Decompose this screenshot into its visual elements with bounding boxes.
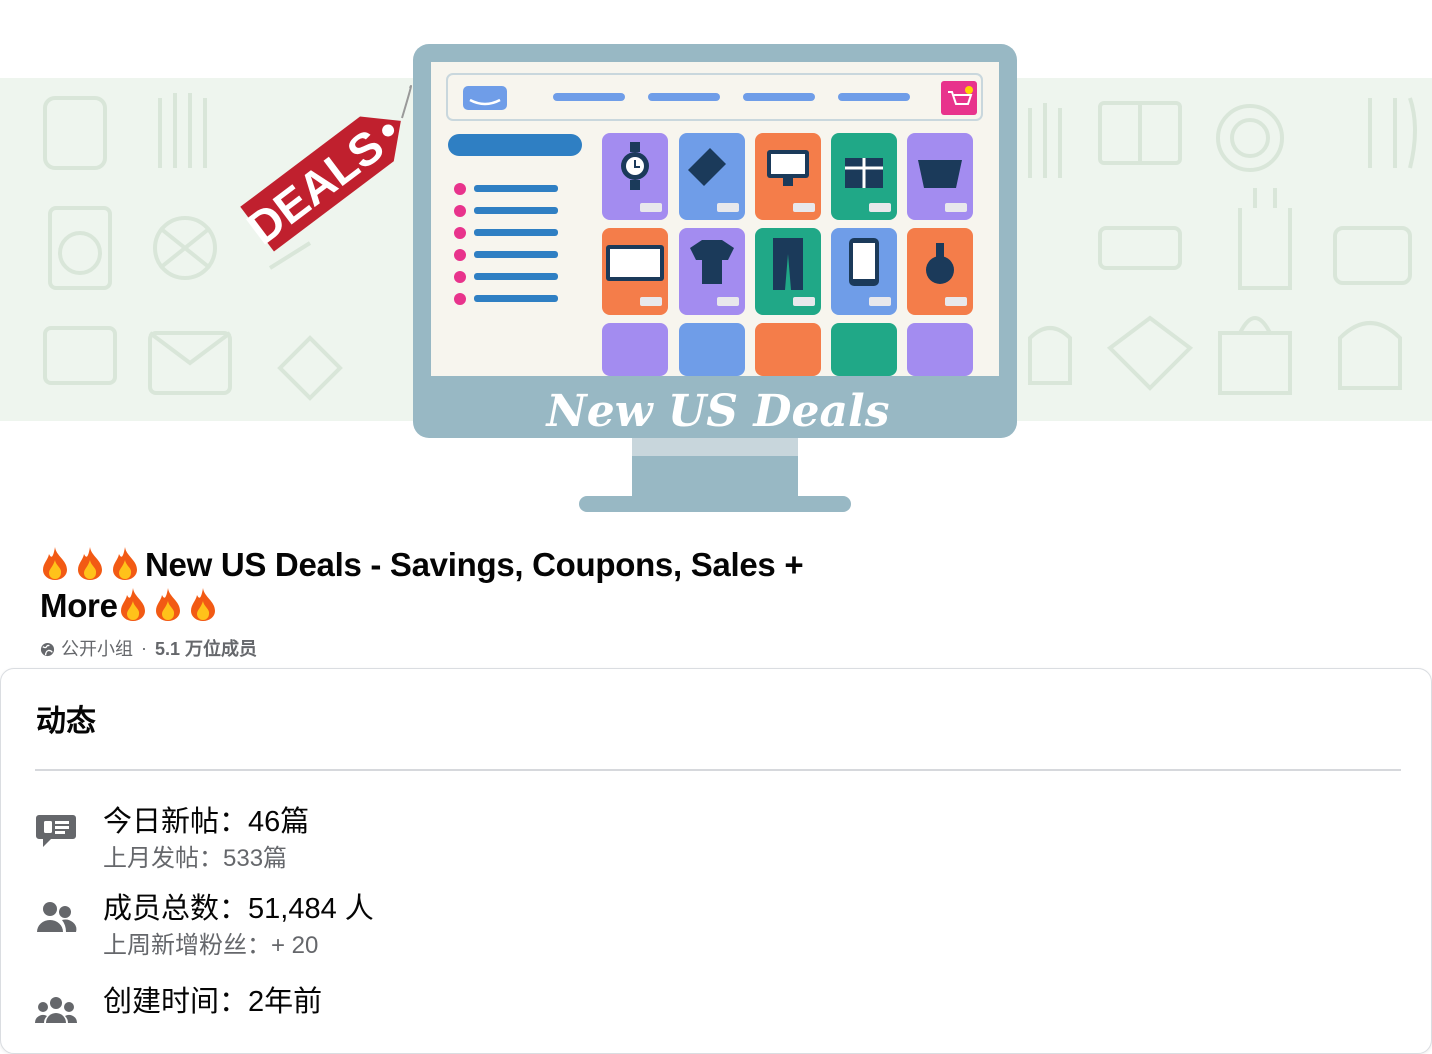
stat-posts-last-month: 上月发帖：533篇 <box>103 845 288 872</box>
stat-posts-today: 今日新帖：46篇 <box>103 806 310 838</box>
monitor-base <box>579 496 851 512</box>
speech-bubble-icon <box>35 809 77 851</box>
group-title-line2: More <box>40 587 118 624</box>
globe-icon <box>40 641 55 656</box>
cart-icon <box>941 81 977 115</box>
screen-caption: New US Deals <box>544 386 889 437</box>
deals-tag: DEALS <box>237 116 401 254</box>
divider <box>35 769 1401 771</box>
group-title-line1: New US Deals - Savings, Coupons, Sales + <box>145 546 804 583</box>
people-icon <box>35 896 77 938</box>
meta-separator: · <box>141 637 147 658</box>
stat-created: 创建时间：2年前 <box>35 983 1335 1053</box>
fire-icon <box>188 587 218 621</box>
privacy-label: 公开小组 <box>61 639 133 659</box>
amazon-logo-icon <box>463 86 507 110</box>
fire-icon <box>153 587 183 621</box>
basket-icon <box>918 160 962 188</box>
group-icon <box>35 989 77 1031</box>
stat-created-time: 创建时间：2年前 <box>103 986 323 1018</box>
fire-icon <box>110 546 140 580</box>
fire-icon <box>40 546 70 580</box>
activity-heading: 动态 <box>36 705 96 738</box>
stat-members-total: 成员总数：51,484 人 <box>103 893 374 925</box>
deals-tag-label: DEALS <box>237 119 393 254</box>
stat-members: 成员总数：51,484 人 上周新增粉丝：+ 20 <box>35 890 1335 960</box>
fire-icon <box>75 546 105 580</box>
stat-new-followers: 上周新增粉丝：+ 20 <box>103 932 319 959</box>
monitor-illustration: New US Deals DEALS <box>237 44 1017 512</box>
stat-posts: 今日新帖：46篇 上月发帖：533篇 <box>35 803 1335 873</box>
fire-icon <box>118 587 148 621</box>
cover-banner: New US Deals DEALS <box>0 0 1432 515</box>
group-meta: 公开小组 · 5.1 万位成员 <box>40 636 257 660</box>
member-count[interactable]: 5.1 万位成员 <box>155 635 257 661</box>
perfume-icon <box>926 256 954 284</box>
group-title[interactable]: New US Deals - Savings, Coupons, Sales +… <box>40 544 900 626</box>
activity-card: 动态 今日新帖：46篇 上月发帖：533篇 成员总数：51,484 人 上周新增… <box>0 668 1432 1054</box>
